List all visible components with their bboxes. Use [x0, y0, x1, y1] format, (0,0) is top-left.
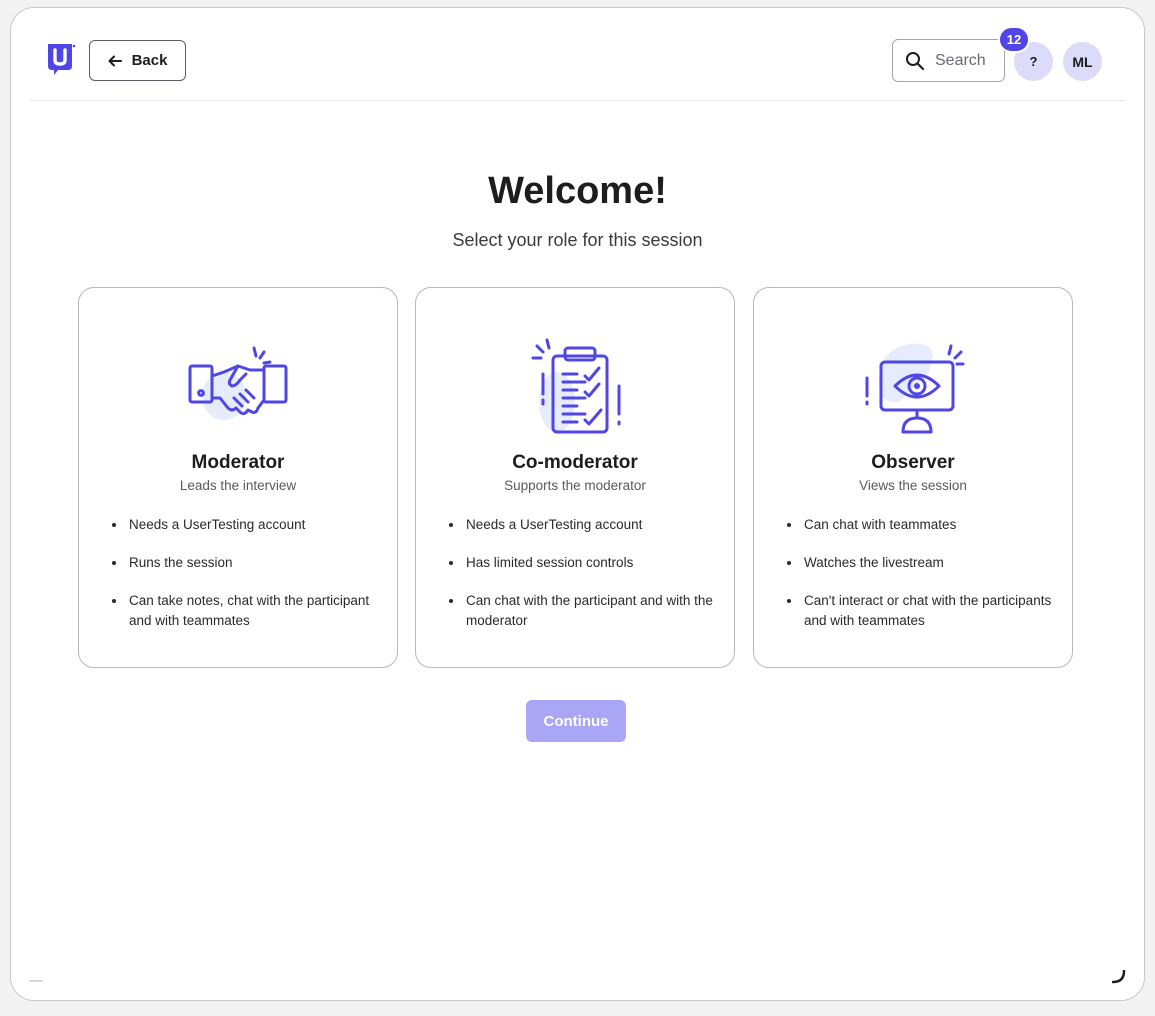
- role-title: Co-moderator: [512, 452, 638, 473]
- clipboard-checklist-icon: [531, 338, 621, 434]
- role-feature: Can take notes, chat with the participan…: [111, 591, 379, 631]
- role-card-observer[interactable]: Observer Views the session Can chat with…: [753, 287, 1073, 668]
- page-title: Welcome!: [488, 170, 667, 212]
- role-feature-list: Can chat with teammates Watches the live…: [786, 515, 1054, 649]
- role-feature-list: Needs a UserTesting account Has limited …: [448, 515, 716, 649]
- role-feature: Watches the livestream: [786, 553, 1054, 573]
- arrow-left-icon: [108, 55, 122, 66]
- role-subtitle: Views the session: [859, 478, 967, 493]
- role-feature-list: Needs a UserTesting account Runs the ses…: [111, 515, 379, 649]
- window-corner-left: [29, 980, 43, 982]
- role-feature: Has limited session controls: [448, 553, 716, 573]
- role-feature: Can't interact or chat with the particip…: [786, 591, 1054, 631]
- role-feature: Runs the session: [111, 553, 379, 573]
- handshake-icon: [188, 346, 288, 420]
- role-subtitle: Supports the moderator: [504, 478, 646, 493]
- notification-badge[interactable]: 12: [998, 26, 1030, 53]
- back-label: Back: [131, 52, 168, 69]
- role-feature: Can chat with the participant and with t…: [448, 591, 716, 631]
- role-card-moderator[interactable]: Moderator Leads the interview Needs a Us…: [78, 287, 398, 668]
- resize-handle-icon[interactable]: [1112, 970, 1126, 984]
- header-divider: [29, 100, 1126, 101]
- search-icon: [906, 51, 925, 70]
- back-button[interactable]: Back: [89, 40, 186, 81]
- role-subtitle: Leads the interview: [179, 478, 297, 493]
- usertesting-logo[interactable]: [46, 42, 76, 76]
- app-window: Back Search ? 12 ML Welcome! Select your…: [10, 7, 1145, 1001]
- role-feature: Can chat with teammates: [786, 515, 1054, 535]
- search-box[interactable]: Search: [892, 39, 1005, 82]
- top-bar: Back Search ? 12 ML: [11, 8, 1144, 100]
- page-subtitle: Select your role for this session: [452, 230, 703, 250]
- role-title: Observer: [871, 452, 955, 473]
- role-title: Moderator: [191, 452, 285, 473]
- monitor-eye-icon: [865, 343, 965, 434]
- role-feature: Needs a UserTesting account: [448, 515, 716, 535]
- role-card-co-moderator[interactable]: Co-moderator Supports the moderator Need…: [415, 287, 735, 668]
- continue-button[interactable]: Continue: [526, 700, 626, 742]
- search-placeholder: Search: [935, 51, 986, 69]
- role-feature: Needs a UserTesting account: [111, 515, 379, 535]
- user-avatar[interactable]: ML: [1063, 42, 1102, 81]
